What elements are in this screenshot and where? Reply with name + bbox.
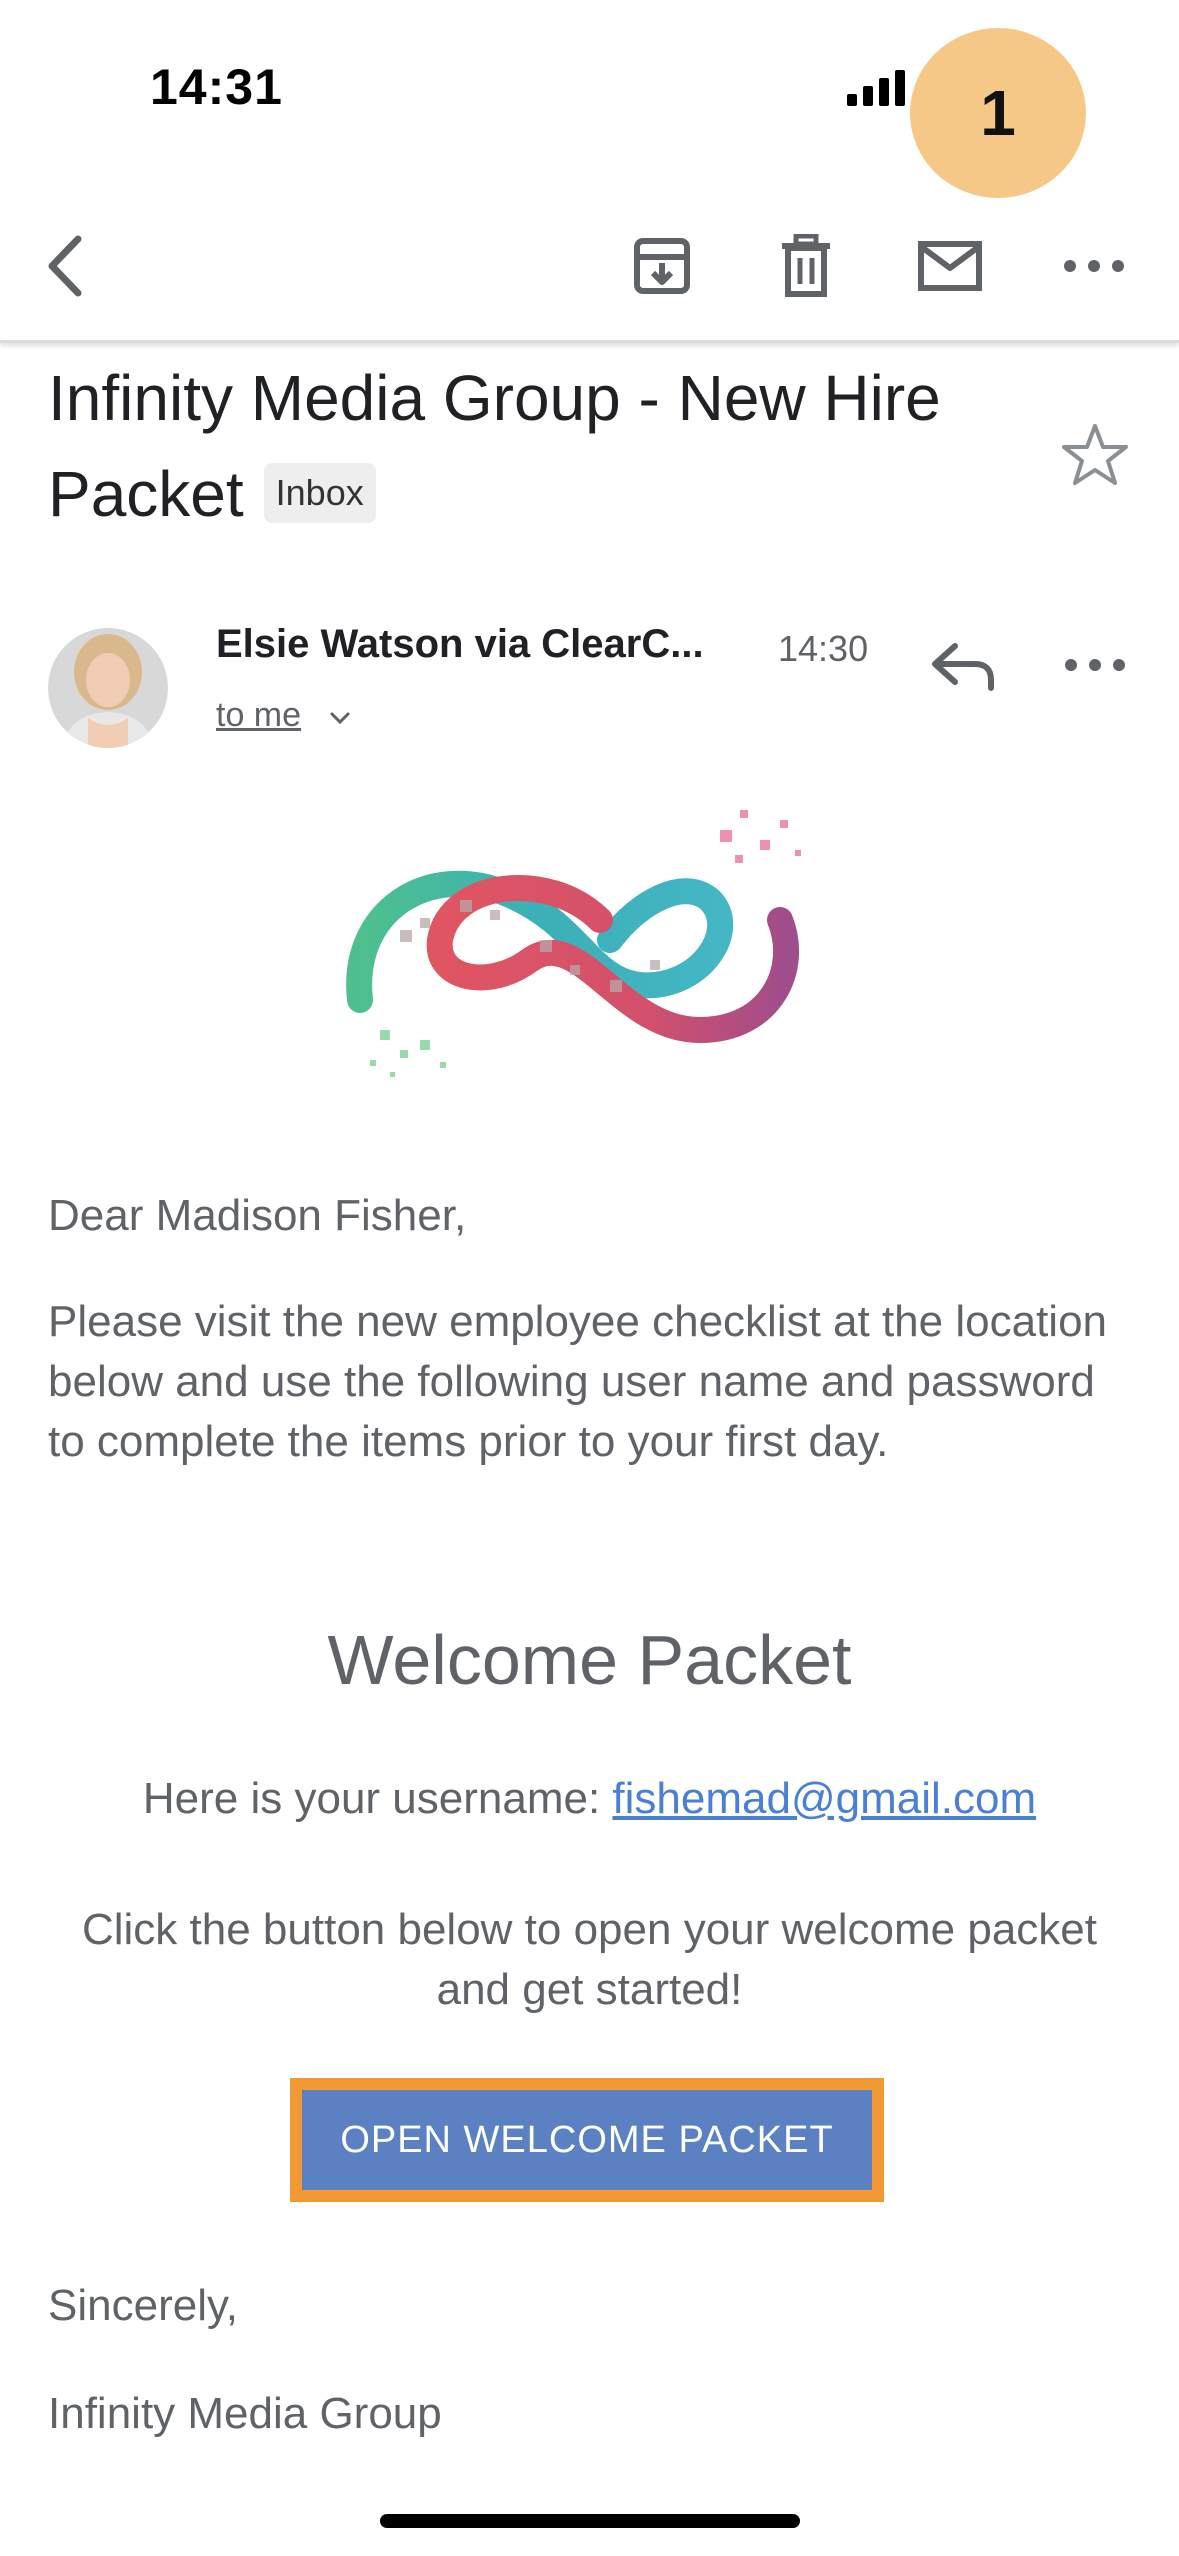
more-options-button[interactable] — [1054, 226, 1134, 306]
delete-button[interactable] — [766, 226, 846, 306]
email-subject: Infinity Media Group - New Hire Packet In… — [48, 350, 1028, 542]
mark-unread-button[interactable] — [910, 226, 990, 306]
mail-icon — [918, 241, 982, 291]
email-signature: Infinity Media Group — [48, 2389, 442, 2438]
archive-icon — [634, 238, 690, 294]
sender-avatar[interactable] — [48, 628, 168, 748]
subject-text: Infinity Media Group - New Hire Packet — [48, 362, 941, 530]
button-instructions: Click the button below to open your welc… — [81, 1905, 1097, 2014]
recipient-details[interactable]: to me — [216, 696, 301, 735]
avatar-image — [48, 628, 168, 748]
welcome-heading: Welcome Packet — [327, 1621, 852, 1699]
more-horizontal-icon[interactable] — [1060, 630, 1130, 700]
status-time: 14:31 — [150, 59, 283, 115]
chevron-down-icon[interactable] — [326, 704, 354, 732]
back-button[interactable] — [26, 226, 106, 306]
back-arrow-icon — [48, 235, 82, 297]
more-horizontal-icon — [1064, 260, 1124, 272]
inbox-label[interactable]: Inbox — [263, 463, 376, 524]
status-bar: 14:31 1 — [0, 0, 1179, 198]
archive-button[interactable] — [622, 226, 702, 306]
email-intro: Please visit the new employee checklist … — [48, 1297, 1108, 1466]
star-icon[interactable] — [1060, 420, 1130, 490]
button-highlight-frame: OPEN WELCOME PACKET — [290, 2078, 884, 2202]
step-badge: 1 — [910, 28, 1086, 198]
infinity-logo — [346, 810, 801, 1077]
open-welcome-packet-button[interactable]: OPEN WELCOME PACKET — [302, 2090, 872, 2190]
email-toolbar — [0, 200, 1179, 343]
username-line: Here is your username: fishemad@gmail.co… — [0, 1774, 1179, 1824]
email-time: 14:30 — [778, 628, 869, 669]
trash-icon — [782, 234, 830, 297]
sender-name[interactable]: Elsie Watson via ClearC... — [216, 622, 704, 667]
email-closing: Sincerely, — [48, 2281, 238, 2330]
reply-icon[interactable] — [925, 628, 1001, 704]
username-prefix: Here is your username: — [142, 1774, 613, 1823]
username-link[interactable]: fishemad@gmail.com — [612, 1774, 1036, 1823]
home-indicator[interactable] — [380, 2514, 800, 2528]
email-greeting: Dear Madison Fisher, — [48, 1191, 467, 1240]
